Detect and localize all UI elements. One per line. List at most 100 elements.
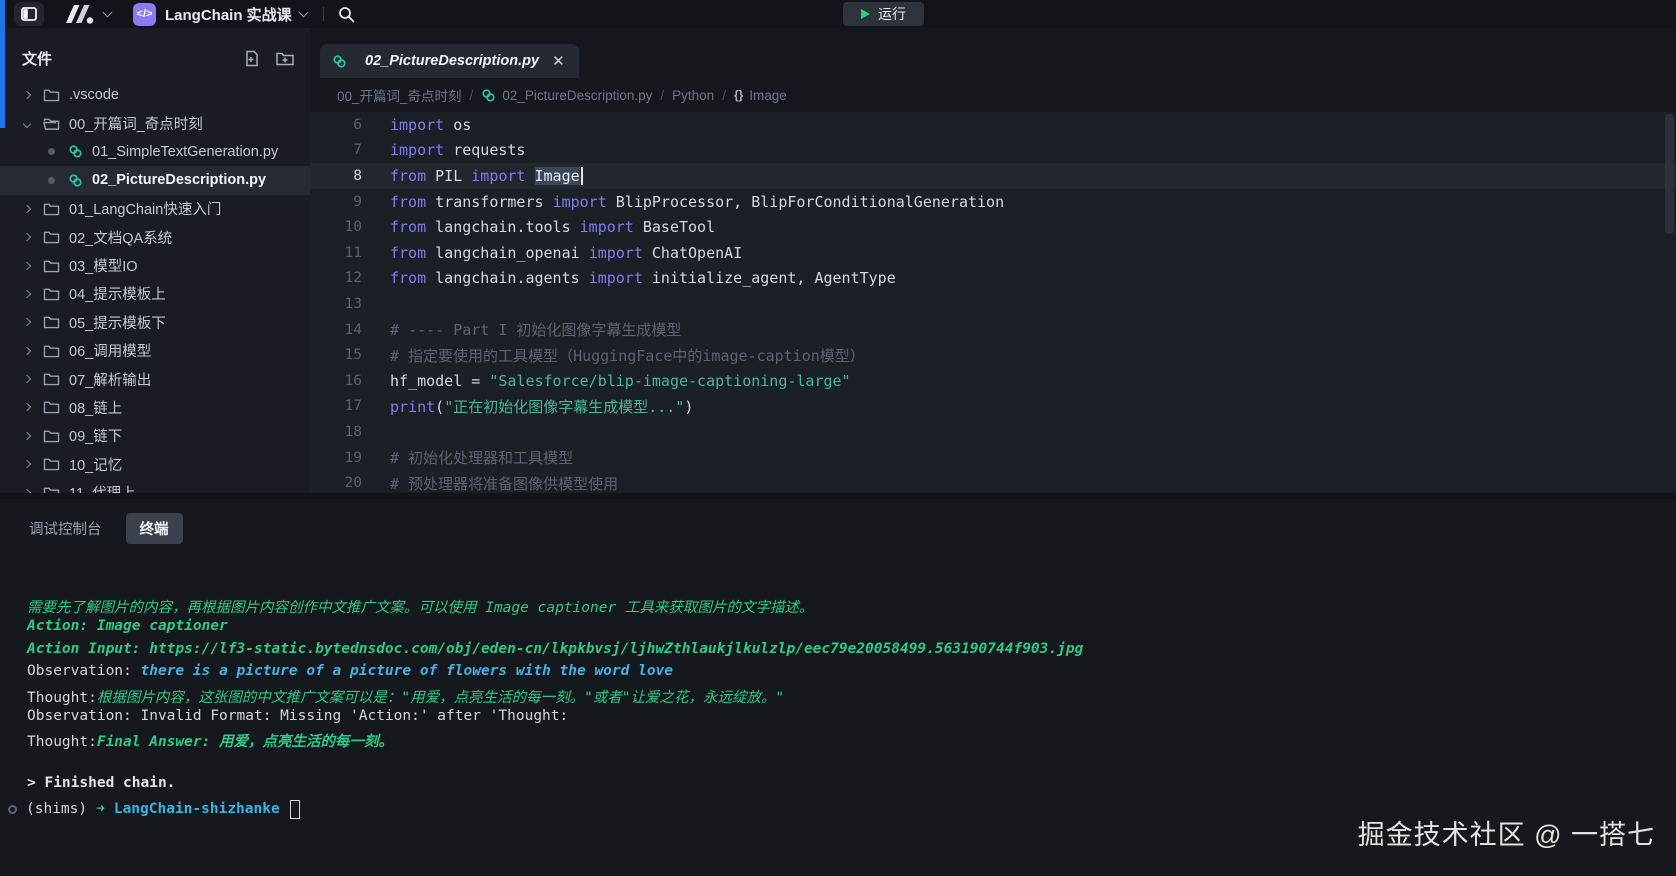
code-line-text: from PIL import Image bbox=[390, 167, 583, 186]
code-line: 17print("正在初始化图像字幕生成模型...") bbox=[310, 394, 1676, 420]
line-number: 9 bbox=[310, 194, 390, 210]
breadcrumb-item[interactable]: Python bbox=[672, 88, 714, 103]
tree-item-folder[interactable]: 00_开篇词_奇点时刻 bbox=[0, 109, 310, 137]
prompt-env: (shims) bbox=[26, 801, 87, 817]
folder-icon bbox=[43, 429, 60, 443]
code-token: BlipProcessor, BlipForConditionalGenerat… bbox=[607, 193, 1004, 211]
code-lines: 6import os7import requests8from PIL impo… bbox=[310, 112, 1676, 521]
code-line: 9from transformers import BlipProcessor,… bbox=[310, 189, 1676, 215]
code-line: 19# 初始化处理器和工具模型 bbox=[310, 445, 1676, 471]
line-number: 10 bbox=[310, 219, 390, 235]
tree-item-file[interactable]: 01_SimpleTextGeneration.py bbox=[0, 138, 310, 166]
folder-icon bbox=[43, 372, 60, 386]
project-name[interactable]: LangChain 实战课 bbox=[165, 4, 292, 25]
code-token: from bbox=[390, 218, 426, 236]
folder-icon bbox=[43, 202, 60, 216]
prompt-directory: LangChain-shizhanke bbox=[114, 801, 280, 817]
panel-tab-debug-console[interactable]: 调试控制台 bbox=[27, 513, 104, 544]
tree-item-file[interactable]: 02_PictureDescription.py bbox=[0, 166, 310, 194]
breadcrumb-item[interactable]: 02_PictureDescription.py bbox=[481, 88, 652, 103]
python-file-icon bbox=[68, 173, 83, 188]
code-token: hf_model = bbox=[390, 372, 489, 390]
project-chevron-icon[interactable] bbox=[298, 8, 308, 18]
chevron-right-icon bbox=[23, 205, 31, 213]
tree-item-folder[interactable]: 04_提示模板上 bbox=[0, 280, 310, 308]
new-file-button[interactable] bbox=[244, 50, 260, 67]
tree-item-folder[interactable]: 02_文档QA系统 bbox=[0, 223, 310, 251]
code-line-text: from langchain.tools import BaseTool bbox=[390, 218, 715, 236]
code-token: ChatOpenAI bbox=[643, 244, 742, 262]
terminal-line: Thought:根据图片内容，这张图的中文推广文案可以是："用爱，点亮生活的每一… bbox=[27, 686, 1676, 708]
editor-scrollbar-thumb[interactable] bbox=[1665, 114, 1674, 234]
python-file-icon bbox=[481, 88, 496, 103]
line-number: 18 bbox=[310, 424, 390, 440]
line-number: 7 bbox=[310, 142, 390, 158]
play-icon bbox=[861, 9, 870, 19]
breadcrumb-separator: / bbox=[660, 88, 664, 103]
tree-item-folder[interactable]: 08_链上 bbox=[0, 393, 310, 421]
modified-dot-icon bbox=[48, 148, 55, 155]
code-line-text: print("正在初始化图像字幕生成模型...") bbox=[390, 396, 693, 417]
folder-icon bbox=[43, 287, 60, 301]
code-token: # ---- Part I 初始化图像字幕生成模型 bbox=[390, 321, 681, 339]
code-line: 14# ---- Part I 初始化图像字幕生成模型 bbox=[310, 317, 1676, 343]
watermark: 掘金技术社区 @ 一搭七 bbox=[1358, 813, 1655, 852]
tree-item-folder[interactable]: 07_解析输出 bbox=[0, 365, 310, 393]
folder-icon bbox=[43, 88, 60, 102]
code-token: transformers bbox=[426, 193, 552, 211]
sidebar-toggle-icon bbox=[21, 7, 37, 21]
braces-icon: {} bbox=[734, 88, 743, 102]
editor-tab-active[interactable]: 02_PictureDescription.py ✕ bbox=[320, 44, 579, 78]
code-line-text: hf_model = "Salesforce/blip-image-captio… bbox=[390, 372, 851, 390]
folder-icon bbox=[43, 344, 60, 358]
new-folder-button[interactable] bbox=[276, 51, 294, 66]
code-token: from bbox=[390, 244, 426, 262]
code-editor[interactable]: 6import os7import requests8from PIL impo… bbox=[310, 112, 1676, 521]
terminal-line: Action Input: https://lf3-static.bytedns… bbox=[27, 641, 1676, 663]
python-file-icon bbox=[332, 54, 347, 69]
code-token: langchain.tools bbox=[426, 218, 580, 236]
chevron-right-icon bbox=[23, 290, 31, 298]
code-line: 16hf_model = "Salesforce/blip-image-capt… bbox=[310, 368, 1676, 394]
search-button[interactable] bbox=[338, 6, 355, 23]
tree-item-label: 03_模型IO bbox=[69, 255, 138, 276]
tree-item-folder[interactable]: 10_记忆 bbox=[0, 450, 310, 478]
panel-tab-terminal[interactable]: 终端 bbox=[126, 513, 183, 544]
ide-logo[interactable] bbox=[62, 3, 111, 25]
code-line-text: import requests bbox=[390, 141, 525, 159]
folder-icon bbox=[43, 230, 60, 244]
tree-item-folder[interactable]: 03_模型IO bbox=[0, 251, 310, 279]
tree-item-folder[interactable]: 01_LangChain快速入门 bbox=[0, 195, 310, 223]
new-file-icon bbox=[244, 50, 260, 67]
terminal-token: Thought: bbox=[27, 690, 97, 706]
tree-item-label: 04_提示模板上 bbox=[69, 283, 166, 304]
terminal-output[interactable]: 需要先了解图片的内容，再根据图片内容创作中文推广文案。可以使用 Image ca… bbox=[27, 596, 1676, 821]
python-file-icon bbox=[68, 144, 83, 159]
marscode-logo-icon bbox=[62, 3, 96, 25]
tree-item-folder[interactable]: 05_提示模板下 bbox=[0, 308, 310, 336]
tree-item-folder[interactable]: .vscode bbox=[0, 81, 310, 109]
code-line-text: # 初始化处理器和工具模型 bbox=[390, 447, 573, 468]
search-icon bbox=[338, 6, 355, 23]
code-token: "正在初始化图像字幕生成模型..." bbox=[444, 398, 684, 416]
terminal-token: Observation: Invalid Format: Missing 'Ac… bbox=[27, 708, 568, 724]
breadcrumb-item[interactable]: 00_开篇词_奇点时刻 bbox=[337, 85, 462, 105]
tab-close-icon[interactable]: ✕ bbox=[552, 52, 565, 70]
code-line: 12from langchain.agents import initializ… bbox=[310, 266, 1676, 292]
code-line: 13 bbox=[310, 291, 1676, 317]
line-number: 19 bbox=[310, 450, 390, 466]
code-line-text: # 指定要使用的工具模型（HuggingFace中的image-caption模… bbox=[390, 345, 865, 366]
code-line-text: # ---- Part I 初始化图像字幕生成模型 bbox=[390, 319, 681, 340]
breadcrumb-item[interactable]: {}Image bbox=[734, 88, 787, 103]
terminal-line: Thought:Final Answer: 用爱，点亮生活的每一刻。 bbox=[27, 730, 1676, 752]
tree-item-label: 00_开篇词_奇点时刻 bbox=[69, 113, 203, 134]
top-bar: </> LangChain 实战课 运行 bbox=[0, 0, 1676, 28]
sidebar-toggle-button[interactable] bbox=[14, 2, 44, 26]
tree-item-folder[interactable]: 06_调用模型 bbox=[0, 337, 310, 365]
code-token: ( bbox=[435, 398, 444, 416]
terminal-line: 需要先了解图片的内容，再根据图片内容创作中文推广文案。可以使用 Image ca… bbox=[27, 596, 1676, 618]
tree-item-label: 01_LangChain快速入门 bbox=[69, 198, 221, 219]
tree-item-folder[interactable]: 09_链下 bbox=[0, 422, 310, 450]
run-button[interactable]: 运行 bbox=[843, 2, 924, 26]
topbar-divider bbox=[323, 7, 324, 21]
